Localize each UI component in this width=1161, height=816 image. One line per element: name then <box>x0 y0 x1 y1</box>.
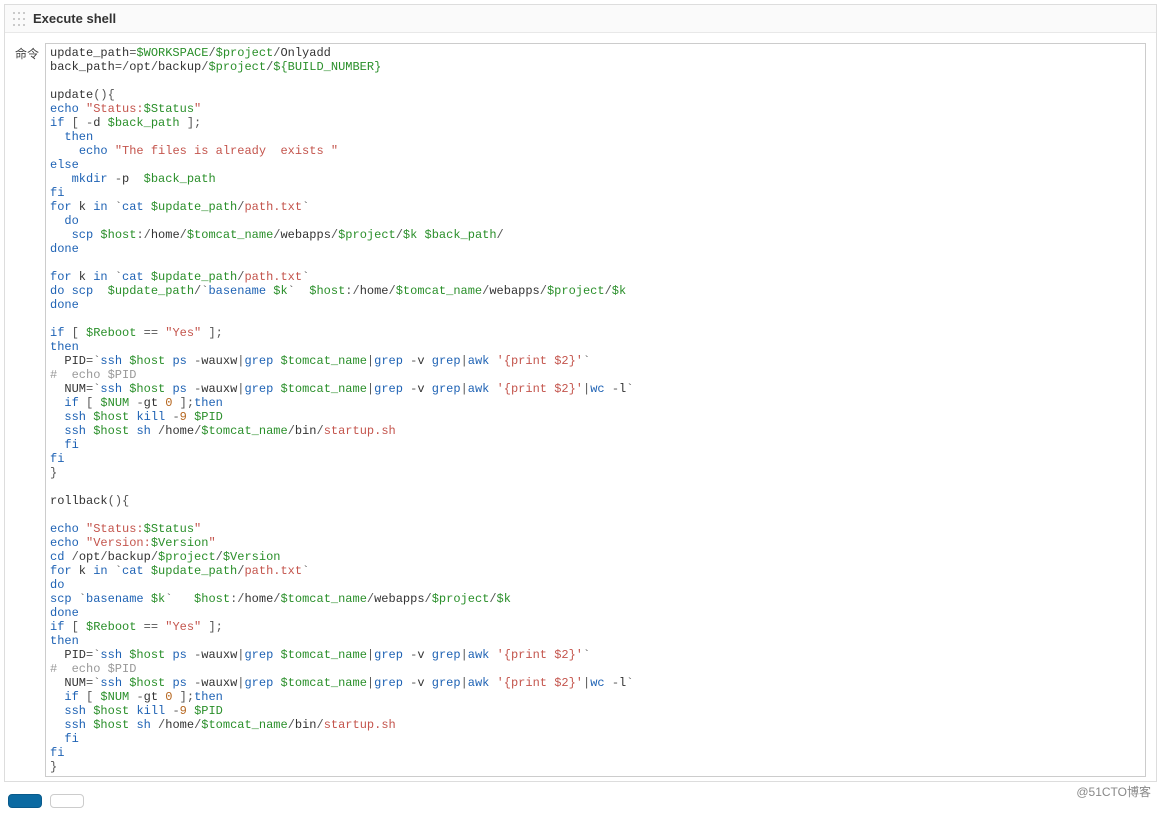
drag-handle-icon[interactable] <box>13 12 25 26</box>
step-header: Execute shell <box>5 5 1156 33</box>
step-body: 命令 update_path=$WORKSPACE/$project/Onlya… <box>5 33 1156 781</box>
command-textarea[interactable]: update_path=$WORKSPACE/$project/Onlyadd … <box>46 44 1145 776</box>
build-step-execute-shell: Execute shell 命令 update_path=$WORKSPACE/… <box>4 4 1157 782</box>
step-title: Execute shell <box>33 11 116 26</box>
command-textarea-wrap: update_path=$WORKSPACE/$project/Onlyadd … <box>45 43 1146 777</box>
watermark: @51CTO博客 <box>1076 783 1151 800</box>
command-field-label: 命令 <box>15 43 45 777</box>
footer-buttons <box>0 786 1161 816</box>
